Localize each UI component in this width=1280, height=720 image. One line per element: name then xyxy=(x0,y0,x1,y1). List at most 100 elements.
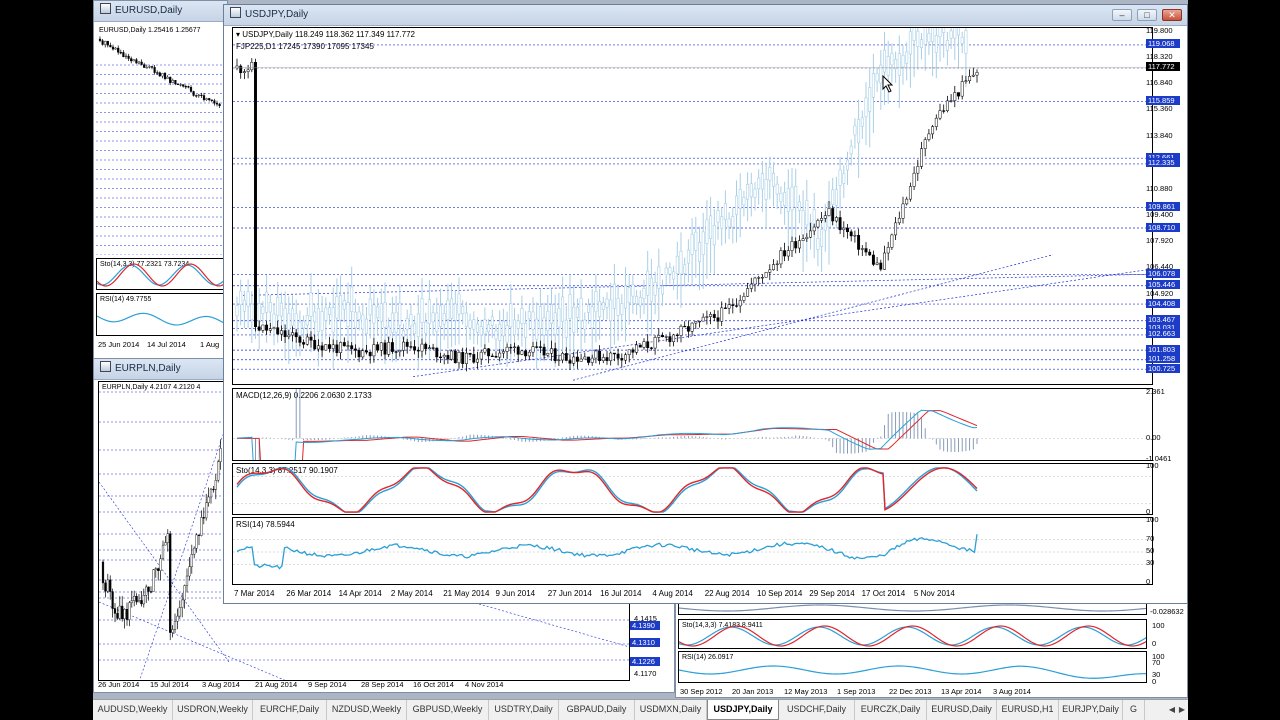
candle-body xyxy=(490,355,494,357)
candle-body xyxy=(104,582,107,592)
candle-body xyxy=(188,566,191,577)
tab-eurusd-daily[interactable]: EURUSD,Daily xyxy=(927,700,997,720)
candle-body xyxy=(157,568,160,571)
tab-gbpaud-daily[interactable]: GBPAUD,Daily xyxy=(559,700,635,720)
candle-body xyxy=(185,575,189,586)
fjp225-ghost-body xyxy=(302,320,306,329)
candle-body xyxy=(701,316,705,322)
eurusd-rsi-svg xyxy=(97,312,226,326)
candle-body xyxy=(476,358,479,363)
fjp225-ghost-body xyxy=(505,325,509,343)
candle-body xyxy=(546,352,550,356)
lower-right-window[interactable]: -0.028632 Sto(14,3,3) 7.4183 8.9411 100 … xyxy=(675,598,1188,698)
candle-body xyxy=(971,74,975,77)
price-pane[interactable]: ▾ USDJPY,Daily 118.249 118.362 117.349 1… xyxy=(232,27,1153,385)
candle-body xyxy=(372,344,376,357)
candle-body xyxy=(934,117,938,127)
price-level-box: 101.258 xyxy=(1146,354,1180,364)
candle-body xyxy=(716,317,720,322)
candle-body xyxy=(202,517,205,519)
candle-body xyxy=(149,591,153,593)
close-button[interactable]: ✕ xyxy=(1162,9,1182,21)
candle-body xyxy=(383,342,387,355)
fjp225-ghost-body xyxy=(290,308,294,326)
eurusd-date-0: 25 Jun 2014 xyxy=(98,340,140,349)
candle-body xyxy=(646,341,650,349)
candle-body xyxy=(794,241,798,249)
fjp225-ghost-body xyxy=(568,294,572,319)
candle-body xyxy=(450,350,454,360)
tab-usdtry-daily[interactable]: USDTRY,Daily xyxy=(489,700,559,720)
fjp225-ghost-body xyxy=(720,216,724,229)
candle-body xyxy=(624,354,627,361)
fjp225-ghost-body xyxy=(623,285,627,309)
eurusd-titlebar[interactable]: EURUSD,Daily xyxy=(94,1,227,22)
candle-body xyxy=(121,605,124,620)
price-axis-label: 119.800 xyxy=(1146,26,1173,35)
fjp225-ghost-body xyxy=(723,203,727,220)
candle-body xyxy=(968,75,972,82)
candle-body xyxy=(119,52,122,54)
fjp225-ghost-body xyxy=(372,304,376,324)
fjp225-ghost-body xyxy=(668,267,672,275)
candle-body xyxy=(261,324,265,331)
fjp225-ghost-body xyxy=(427,299,431,324)
tab-eurusd-h1[interactable]: EURUSD,H1 xyxy=(997,700,1059,720)
fjp225-ghost-body xyxy=(509,303,513,328)
candle-body xyxy=(957,92,960,97)
fjp225-ghost-body xyxy=(620,303,624,315)
tab-eurchf-daily[interactable]: EURCHF,Daily xyxy=(253,700,327,720)
stoch-axis-label: 100 xyxy=(1146,461,1159,470)
rsi-pane[interactable]: RSI(14) 78.5944 xyxy=(232,517,1153,585)
tab-usdmxn-daily[interactable]: USDMXN,Daily xyxy=(635,700,707,720)
candle-body xyxy=(142,595,145,605)
candle-body xyxy=(189,87,193,92)
macd-pane[interactable]: MACD(12,26,9) 0.2206 2.0630 2.1733 xyxy=(232,388,1153,461)
tab-eurjpy-daily[interactable]: EURJPY,Daily xyxy=(1059,700,1123,720)
candle-body xyxy=(942,110,946,112)
candle-body xyxy=(446,355,450,360)
candle-body xyxy=(171,80,174,83)
eurusd-window[interactable]: EURUSD,Daily EURUSD,Daily 1.25416 1.2567… xyxy=(93,0,228,360)
tab-usdchf-daily[interactable]: USDCHF,Daily xyxy=(779,700,855,720)
candle-body xyxy=(193,548,196,555)
candle-body xyxy=(205,502,208,519)
fjp225-ghost-body xyxy=(945,40,949,51)
tab-usdron-weekly[interactable]: USDRON,Weekly xyxy=(173,700,253,720)
lr-date-5: 13 Apr 2014 xyxy=(941,687,982,696)
fjp225-ghost-body xyxy=(479,326,483,336)
tab-audusd-weekly[interactable]: AUDUSD,Weekly xyxy=(93,700,173,720)
lr-rsi-svg xyxy=(679,665,1146,679)
candle-body xyxy=(790,241,794,251)
usdjpy-window[interactable]: USDJPY,Daily – □ ✕ ▾ USDJPY,Daily 118.24… xyxy=(223,4,1188,604)
candle-body xyxy=(145,586,148,596)
candle-body xyxy=(908,186,912,200)
price-level-box: 101.803 xyxy=(1146,344,1180,354)
tab-scroll-right-icon[interactable]: ▶ xyxy=(1177,703,1187,717)
usdjpy-titlebar[interactable]: USDJPY,Daily xyxy=(224,5,1187,26)
minimize-button[interactable]: – xyxy=(1112,9,1132,21)
eurusd-title: EURUSD,Daily xyxy=(115,5,183,16)
tab-gbpusd-weekly[interactable]: GBPUSD,Weekly xyxy=(407,700,489,720)
fjp225-ghost-body xyxy=(405,318,409,330)
fjp225-ghost-body xyxy=(897,53,901,76)
lr-macd-value: -0.028632 xyxy=(1150,607,1184,616)
fjp225-ghost-body xyxy=(675,255,679,274)
fjp225-ghost-body xyxy=(520,308,524,325)
stoch-pane[interactable]: Sto(14,3,3) 87.2517 90.1907 xyxy=(232,463,1153,515)
candle-body xyxy=(772,264,775,271)
eurusd-price-pane[interactable]: EURUSD,Daily 1.25416 1.25677 xyxy=(96,25,227,255)
tab-eurczk-daily[interactable]: EURCZK,Daily xyxy=(855,700,927,720)
maximize-button[interactable]: □ xyxy=(1137,9,1157,21)
candle-body xyxy=(104,40,107,45)
candle-body xyxy=(164,542,167,546)
candle-body xyxy=(174,80,177,85)
fjp225-ghost-body xyxy=(516,320,520,329)
fjp225-ghost-body xyxy=(686,249,690,264)
fjp225-ghost-body xyxy=(642,288,646,300)
tab-g[interactable]: G xyxy=(1123,700,1145,720)
tab-scroll-left-icon[interactable]: ◀ xyxy=(1167,703,1177,717)
tab-nzdusd-weekly[interactable]: NZDUSD,Weekly xyxy=(327,700,407,720)
candle-body xyxy=(816,220,820,228)
tab-usdjpy-daily[interactable]: USDJPY,Daily xyxy=(707,700,779,720)
